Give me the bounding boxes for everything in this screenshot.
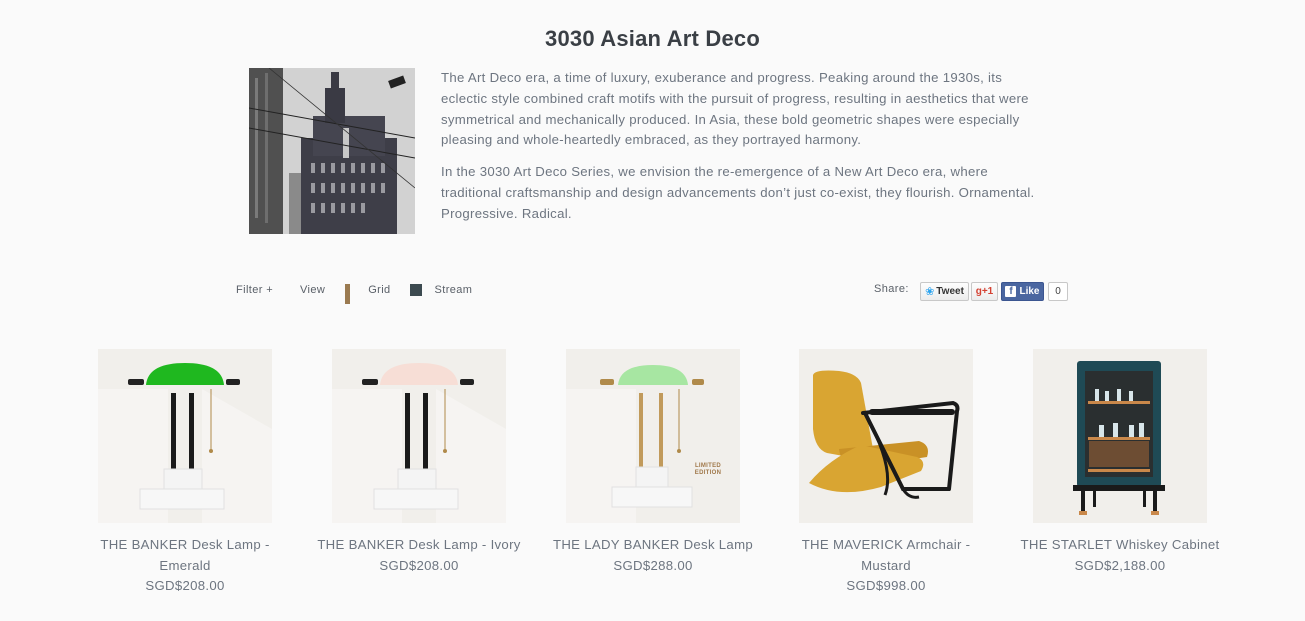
- product-name[interactable]: THE STARLET Whiskey Cabinet: [1013, 535, 1227, 556]
- stream-view-icon[interactable]: [410, 284, 423, 297]
- product-price: SGD$208.00: [145, 578, 225, 593]
- limited-edition-badge: LIMITED EDITION: [691, 463, 725, 477]
- tweet-button[interactable]: ❀ Tweet: [920, 282, 969, 301]
- tweet-label: Tweet: [936, 286, 964, 297]
- facebook-like-button[interactable]: f Like: [1001, 282, 1044, 301]
- product-card[interactable]: THE BANKER Desk Lamp - Ivory SGD$208.00: [317, 349, 520, 576]
- stream-view-link[interactable]: Stream: [435, 284, 473, 296]
- description-paragraph: In the 3030 Art Deco Series, we envision…: [441, 164, 1035, 221]
- product-card[interactable]: THE MAVERICK Armchair - Mustard SGD$998.…: [799, 349, 973, 597]
- product-price: SGD$998.00: [846, 578, 926, 593]
- product-price: SGD$208.00: [379, 557, 459, 573]
- product-name[interactable]: THE BANKER Desk Lamp - Emerald: [78, 535, 292, 576]
- share-label: Share:: [874, 283, 909, 295]
- badge-line: LIMITED: [694, 463, 722, 469]
- product-name[interactable]: THE LADY BANKER Desk Lamp: [546, 535, 760, 556]
- product-price: SGD$288.00: [613, 557, 693, 573]
- product-name[interactable]: THE MAVERICK Armchair - Mustard: [779, 535, 993, 576]
- product-image[interactable]: [799, 349, 973, 523]
- view-switcher: View Grid Stream: [300, 284, 473, 305]
- twitter-bird-icon: ❀: [925, 286, 935, 298]
- product-image[interactable]: [98, 349, 272, 523]
- page-title: 3030 Asian Art Deco: [545, 26, 760, 51]
- like-label: Like: [1019, 286, 1040, 297]
- collection-hero-image: [249, 68, 415, 234]
- google-plus-button[interactable]: g+1: [971, 282, 998, 301]
- collection-description: The Art Deco era, a time of luxury, exub…: [441, 68, 1041, 225]
- facebook-icon: f: [1005, 286, 1017, 297]
- grid-view-icon[interactable]: [344, 284, 357, 305]
- grid-view-link[interactable]: Grid: [368, 284, 390, 296]
- product-name[interactable]: THE BANKER Desk Lamp - Ivory: [312, 535, 526, 556]
- product-image[interactable]: LIMITED EDITION: [566, 349, 740, 523]
- product-card[interactable]: THE STARLET Whiskey Cabinet SGD$2,188.00: [1021, 349, 1219, 576]
- description-paragraph: The Art Deco era, a time of luxury, exub…: [441, 70, 1029, 148]
- like-count: 0: [1048, 282, 1068, 301]
- view-label: View: [300, 284, 326, 297]
- product-image[interactable]: [332, 349, 506, 523]
- product-card[interactable]: THE BANKER Desk Lamp - Emerald SGD$208.0…: [98, 349, 272, 597]
- filter-toggle[interactable]: Filter +: [236, 284, 273, 296]
- product-card[interactable]: LIMITED EDITION THE LADY BANKER Desk Lam…: [553, 349, 753, 576]
- product-price: SGD$2,188.00: [1074, 557, 1166, 573]
- product-image[interactable]: [1033, 349, 1207, 523]
- badge-line: EDITION: [694, 470, 722, 476]
